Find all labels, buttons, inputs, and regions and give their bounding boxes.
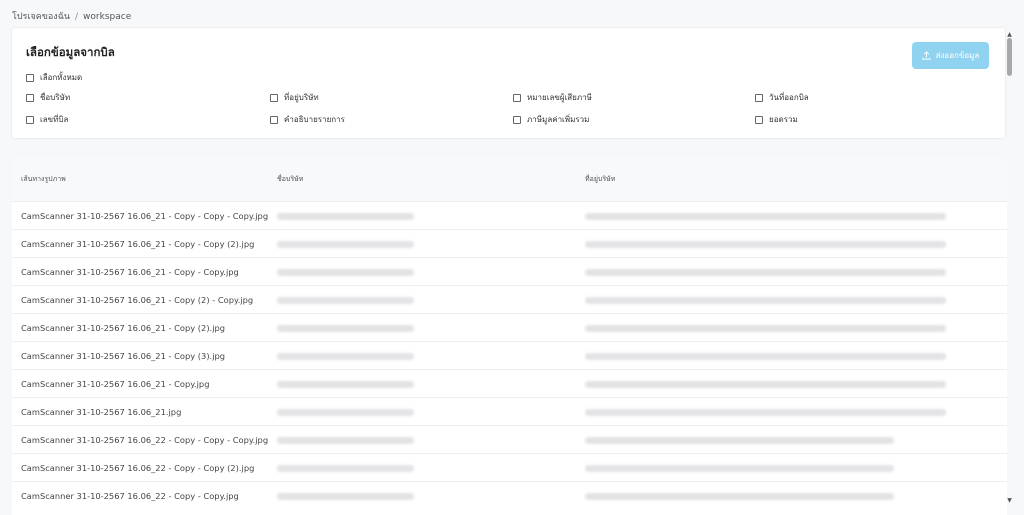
cell-company-name-redacted xyxy=(277,297,414,304)
checkbox-label: วันที่ออกบิล xyxy=(769,93,809,102)
field-checkbox-company-address[interactable]: ที่อยู่บริษัท xyxy=(270,91,319,104)
cell-company-address-redacted xyxy=(585,465,894,472)
cell-company-name-redacted xyxy=(277,325,414,332)
table-row: CamScanner 31-10-2567 16.06_22 - Copy - … xyxy=(12,481,1007,509)
checkbox-label: ชื่อบริษัท xyxy=(40,93,71,102)
table-row: CamScanner 31-10-2567 16.06_21 - Copy.jp… xyxy=(12,369,1007,397)
cell-company-name-redacted xyxy=(277,437,414,444)
export-button[interactable]: ส่งออกข้อมูล xyxy=(912,42,989,69)
checkbox-box[interactable] xyxy=(26,93,34,102)
scroll-thumb[interactable] xyxy=(1007,38,1012,76)
checkbox-label: ยอดรวม xyxy=(769,115,798,124)
column-header-image-path[interactable]: เส้นทางรูปภาพ xyxy=(21,174,66,185)
upload-icon xyxy=(922,51,931,60)
select-all-checkbox[interactable]: เลือกทั้งหมด xyxy=(26,71,82,84)
table-header: เส้นทางรูปภาพ ชื่อบริษัท ที่อยู่บริษัท xyxy=(12,156,1007,201)
cell-company-name-redacted xyxy=(277,213,414,220)
cell-company-name-redacted xyxy=(277,269,414,276)
cell-company-name-redacted xyxy=(277,409,414,416)
checkbox-box[interactable] xyxy=(755,93,763,102)
checkbox-box[interactable] xyxy=(270,115,278,124)
table-row: CamScanner 31-10-2567 16.06_21 - Copy (2… xyxy=(12,313,1007,341)
page-scrollbar[interactable]: ▲ ▼ xyxy=(1006,32,1013,504)
checkbox-label: ที่อยู่บริษัท xyxy=(284,93,319,102)
breadcrumb-parent-link[interactable]: โปรเจคของฉัน xyxy=(12,12,70,22)
table-row: CamScanner 31-10-2567 16.06_21.jpg xyxy=(12,397,1007,425)
cell-company-address-redacted xyxy=(585,437,894,444)
checkbox-box[interactable] xyxy=(26,73,34,82)
cell-image-path: CamScanner 31-10-2567 16.06_21 - Copy (3… xyxy=(21,351,226,361)
checkbox-label: คำอธิบายรายการ xyxy=(284,115,345,124)
select-fields-panel: เลือกข้อมูลจากบิล ส่งออกข้อมูล เลือกทั้ง… xyxy=(12,28,1005,138)
field-checkbox-company-name[interactable]: ชื่อบริษัท xyxy=(26,91,70,104)
checkbox-label: เลขที่บิล xyxy=(40,115,69,124)
cell-company-address-redacted xyxy=(585,353,946,360)
checkbox-box[interactable] xyxy=(270,93,278,102)
cell-image-path: CamScanner 31-10-2567 16.06_21 - Copy - … xyxy=(21,211,269,221)
table-row: CamScanner 31-10-2567 16.06_21 - Copy (2… xyxy=(12,285,1007,313)
cell-image-path: CamScanner 31-10-2567 16.06_21 - Copy (2… xyxy=(21,295,254,305)
table-row: CamScanner 31-10-2567 16.06_22 - Copy - … xyxy=(12,453,1007,481)
cell-company-address-redacted xyxy=(585,269,946,276)
cell-company-name-redacted xyxy=(277,353,414,360)
cell-image-path: CamScanner 31-10-2567 16.06_22 - Copy - … xyxy=(21,463,255,473)
breadcrumb-separator: / xyxy=(75,12,79,22)
checkbox-box[interactable] xyxy=(755,115,763,124)
column-header-company-name[interactable]: ชื่อบริษัท xyxy=(277,174,303,185)
cell-company-address-redacted xyxy=(585,409,946,416)
table-row: CamScanner 31-10-2567 16.06_21 - Copy - … xyxy=(12,229,1007,257)
cell-image-path: CamScanner 31-10-2567 16.06_21 - Copy - … xyxy=(21,267,239,277)
checkbox-label: หมายเลขผู้เสียภาษี xyxy=(527,93,592,102)
cell-image-path: CamScanner 31-10-2567 16.06_22 - Copy - … xyxy=(21,435,269,445)
cell-company-address-redacted xyxy=(585,297,946,304)
table-row: CamScanner 31-10-2567 16.06_21 - Copy - … xyxy=(12,201,1007,229)
cell-image-path: CamScanner 31-10-2567 16.06_21 - Copy - … xyxy=(21,239,255,249)
field-checkbox-bill-number[interactable]: เลขที่บิล xyxy=(26,113,68,126)
table-row: CamScanner 31-10-2567 16.06_21 - Copy (3… xyxy=(12,341,1007,369)
field-checkbox-item-description[interactable]: คำอธิบายรายการ xyxy=(270,113,345,126)
checkbox-label: ภาษีมูลค่าเพิ่มรวม xyxy=(527,115,590,124)
field-checkbox-total-vat[interactable]: ภาษีมูลค่าเพิ่มรวม xyxy=(513,113,589,126)
cell-company-address-redacted xyxy=(585,493,894,500)
column-header-company-address[interactable]: ที่อยู่บริษัท xyxy=(585,174,615,185)
cell-company-address-redacted xyxy=(585,325,946,332)
checkbox-box[interactable] xyxy=(513,115,521,124)
cell-company-name-redacted xyxy=(277,493,414,500)
scroll-down-arrow-icon[interactable]: ▼ xyxy=(1006,498,1013,504)
cell-company-address-redacted xyxy=(585,213,946,220)
checkbox-label: เลือกทั้งหมด xyxy=(40,73,83,82)
cell-company-name-redacted xyxy=(277,465,414,472)
breadcrumb-current: workspace xyxy=(83,12,132,22)
field-checkbox-tax-id[interactable]: หมายเลขผู้เสียภาษี xyxy=(513,91,592,104)
breadcrumb: โปรเจคของฉัน / workspace xyxy=(12,9,131,23)
cell-company-address-redacted xyxy=(585,241,946,248)
cell-image-path: CamScanner 31-10-2567 16.06_21 - Copy (2… xyxy=(21,323,226,333)
cell-company-name-redacted xyxy=(277,381,414,388)
checkbox-box[interactable] xyxy=(513,93,521,102)
cell-company-name-redacted xyxy=(277,241,414,248)
export-button-label: ส่งออกข้อมูล xyxy=(935,51,980,60)
cell-image-path: CamScanner 31-10-2567 16.06_21.jpg xyxy=(21,407,182,417)
results-table: เส้นทางรูปภาพ ชื่อบริษัท ที่อยู่บริษัท C… xyxy=(12,156,1007,515)
cell-company-address-redacted xyxy=(585,381,946,388)
field-checkbox-grand-total[interactable]: ยอดรวม xyxy=(755,113,798,126)
field-checkbox-bill-date[interactable]: วันที่ออกบิล xyxy=(755,91,809,104)
cell-image-path: CamScanner 31-10-2567 16.06_22 - Copy - … xyxy=(21,491,239,501)
checkbox-box[interactable] xyxy=(26,115,34,124)
table-row: CamScanner 31-10-2567 16.06_21 - Copy - … xyxy=(12,257,1007,285)
cell-image-path: CamScanner 31-10-2567 16.06_21 - Copy.jp… xyxy=(21,379,210,389)
panel-title: เลือกข้อมูลจากบิล xyxy=(26,45,115,59)
table-row: CamScanner 31-10-2567 16.06_22 - Copy - … xyxy=(12,425,1007,453)
